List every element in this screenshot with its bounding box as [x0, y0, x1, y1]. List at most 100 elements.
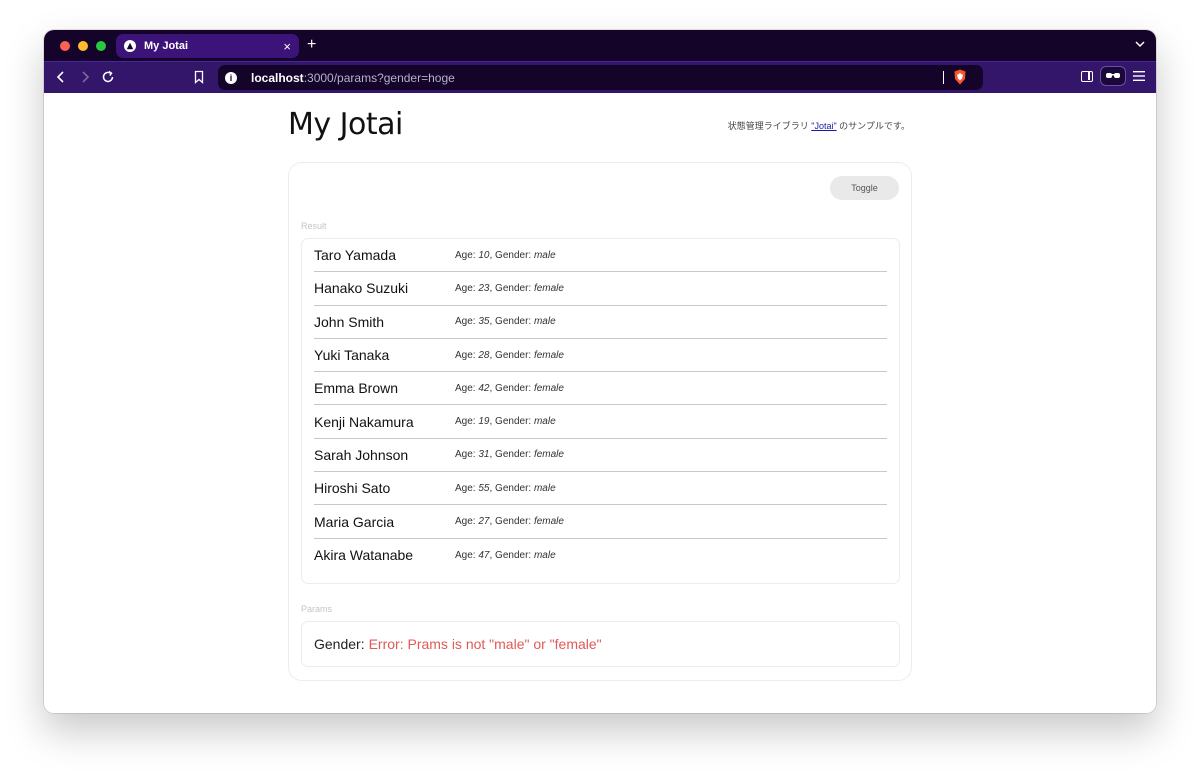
tab-title: My Jotai: [144, 40, 189, 52]
url-host: localhost: [251, 70, 304, 85]
person-age: 31: [478, 449, 490, 461]
tab-strip: My Jotai × +: [44, 30, 1156, 61]
person-gender: male: [533, 482, 556, 494]
browser-toolbar: i localhost :3000/params?gender=hoge: [44, 61, 1156, 93]
params-gender-label: Gender:: [314, 636, 365, 652]
person-name: Hanako Suzuki: [314, 280, 409, 297]
gender-label: , Gender:: [489, 416, 534, 428]
toggle-button[interactable]: Toggle: [830, 176, 899, 200]
bookmark-icon[interactable]: [192, 70, 206, 84]
age-label: Age:: [455, 516, 479, 528]
back-icon[interactable]: [54, 70, 68, 84]
list-item: Taro Yamada Age: 10, Gender: male: [314, 239, 887, 273]
list-item: Hiroshi Sato Age: 55, Gender: male: [314, 472, 887, 506]
list-item: Sarah Johnson Age: 31, Gender: female: [314, 439, 887, 473]
tab-my-jotai[interactable]: My Jotai ×: [116, 34, 299, 58]
gender-label: , Gender:: [489, 549, 534, 561]
jotai-link[interactable]: "Jotai": [811, 121, 836, 131]
page-content: My Jotai 状態管理ライブラリ "Jotai" のサンプルです。 Togg…: [44, 93, 1156, 713]
window-controls: [60, 40, 106, 51]
age-label: Age:: [455, 282, 479, 294]
person-age: 19: [478, 416, 490, 428]
person-meta: Age: 42, Gender: female: [455, 383, 564, 394]
page-subtitle: 状態管理ライブラリ "Jotai" のサンプルです。: [728, 119, 910, 132]
person-age: 35: [478, 316, 490, 328]
age-label: Age:: [455, 449, 479, 461]
person-gender: male: [533, 549, 556, 561]
person-meta: Age: 27, Gender: female: [455, 516, 564, 527]
list-item: John Smith Age: 35, Gender: male: [314, 306, 887, 339]
reload-icon[interactable]: [101, 70, 115, 84]
maximize-window-button[interactable]: [96, 40, 106, 51]
info-icon[interactable]: i: [225, 71, 237, 84]
person-meta: Age: 47, Gender: male: [455, 550, 556, 561]
params-box: Gender: Error: Prams is not "male" or "f…: [301, 621, 900, 667]
person-age: 23: [478, 282, 490, 294]
person-gender: female: [533, 382, 564, 394]
person-meta: Age: 55, Gender: male: [455, 483, 556, 494]
age-label: Age:: [455, 249, 479, 261]
gender-label: , Gender:: [489, 249, 534, 261]
person-name: Akira Watanabe: [314, 547, 414, 564]
person-gender: female: [533, 282, 564, 294]
list-item: Emma Brown Age: 42, Gender: female: [314, 372, 887, 406]
list-item: Kenji Nakamura Age: 19, Gender: male: [314, 405, 887, 439]
person-gender: male: [533, 249, 556, 261]
age-label: Age:: [455, 549, 479, 561]
person-gender: male: [533, 416, 556, 428]
subtitle-text-end: のサンプルです。: [836, 121, 910, 131]
gender-label: , Gender:: [489, 282, 534, 294]
person-name: Emma Brown: [314, 380, 399, 397]
age-label: Age:: [455, 349, 479, 361]
url-divider: [943, 71, 944, 84]
age-label: Age:: [455, 382, 479, 394]
age-label: Age:: [455, 316, 479, 328]
brave-shield-icon[interactable]: [953, 69, 967, 85]
person-name: Kenji Nakamura: [314, 413, 414, 430]
gender-label: , Gender:: [489, 316, 534, 328]
person-meta: Age: 23, Gender: female: [455, 283, 564, 294]
favicon-icon: [124, 40, 136, 52]
params-label: Params: [301, 604, 333, 614]
chevron-down-icon[interactable]: [1134, 38, 1146, 50]
close-window-button[interactable]: [60, 40, 70, 51]
person-name: Hiroshi Sato: [314, 480, 391, 497]
person-meta: Age: 35, Gender: male: [455, 316, 556, 327]
person-name: Taro Yamada: [314, 247, 396, 264]
list-item: Hanako Suzuki Age: 23, Gender: female: [314, 272, 887, 306]
wallet-icon[interactable]: [1100, 66, 1126, 86]
main-card: Toggle Result Taro Yamada Age: 10, Gender…: [288, 162, 912, 681]
params-error-text: Error: Prams is not "male" or "female": [368, 636, 602, 652]
person-age: 42: [478, 382, 490, 394]
person-meta: Age: 19, Gender: male: [455, 416, 556, 427]
gender-label: , Gender:: [489, 449, 534, 461]
person-name: Yuki Tanaka: [314, 347, 390, 364]
person-meta: Age: 28, Gender: female: [455, 350, 564, 361]
page-title: My Jotai: [288, 107, 403, 142]
address-bar[interactable]: i localhost :3000/params?gender=hoge: [218, 65, 983, 90]
person-name: Maria Garcia: [314, 513, 395, 530]
plus-icon[interactable]: +: [307, 35, 316, 55]
person-gender: male: [533, 316, 556, 328]
gender-label: , Gender:: [489, 382, 534, 394]
person-age: 10: [478, 249, 490, 261]
person-gender: female: [533, 349, 564, 361]
menu-icon[interactable]: [1133, 71, 1145, 81]
sidebar-icon[interactable]: [1081, 71, 1093, 82]
list-item: Yuki Tanaka Age: 28, Gender: female: [314, 339, 887, 373]
person-age: 47: [478, 549, 490, 561]
person-name: Sarah Johnson: [314, 446, 409, 463]
person-name: John Smith: [314, 313, 385, 330]
minimize-window-button[interactable]: [78, 40, 88, 51]
result-label: Result: [301, 221, 327, 231]
result-list: Taro Yamada Age: 10, Gender: male Hanako S…: [301, 238, 900, 584]
person-gender: female: [533, 449, 564, 461]
age-label: Age:: [455, 416, 479, 428]
age-label: Age:: [455, 482, 479, 494]
person-age: 28: [478, 349, 490, 361]
forward-icon[interactable]: [78, 70, 92, 84]
person-meta: Age: 31, Gender: female: [455, 449, 564, 460]
browser-window: My Jotai × + i localhost :3000/params?ge…: [44, 30, 1156, 713]
close-icon[interactable]: ×: [283, 40, 291, 53]
list-item: Maria Garcia Age: 27, Gender: female: [314, 505, 887, 539]
